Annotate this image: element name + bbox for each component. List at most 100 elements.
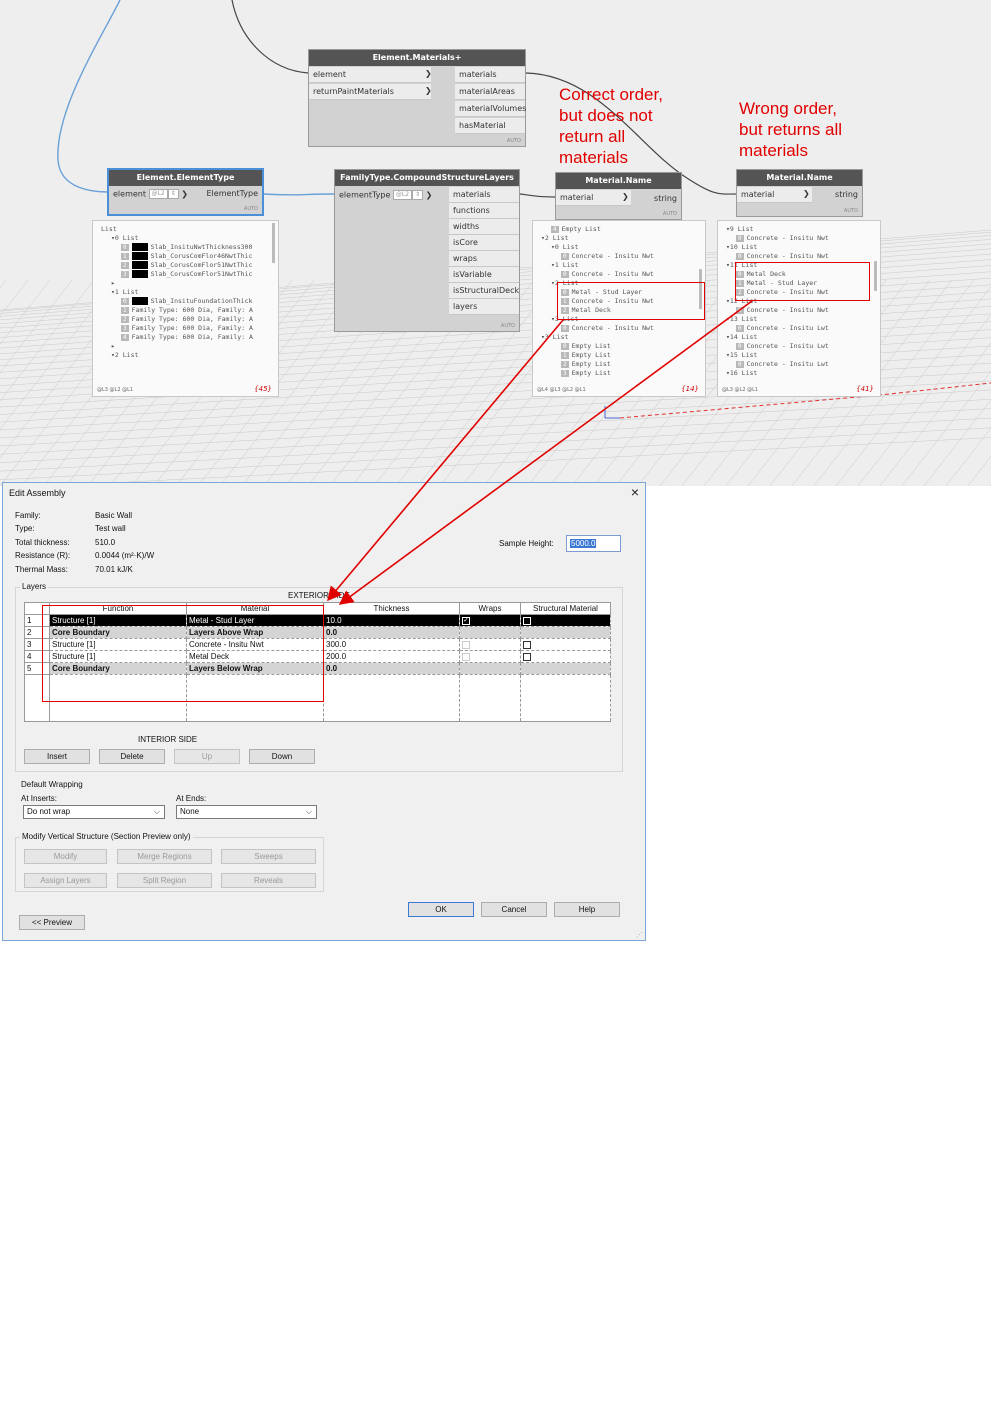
ok-button[interactable]: OK xyxy=(408,902,474,917)
cell-structural[interactable] xyxy=(520,614,611,627)
col-header-wraps[interactable]: Wraps xyxy=(459,602,521,615)
stepper-icon[interactable]: ⇕ xyxy=(167,189,179,199)
output-port-layers[interactable]: layers xyxy=(449,299,519,315)
stepper-icon[interactable]: ⇕ xyxy=(412,190,424,200)
output-port-has-material[interactable]: hasMaterial xyxy=(455,118,525,134)
output-port-functions[interactable]: functions xyxy=(449,203,519,219)
node-material-name-1[interactable]: Material.Name material ❯ string AUTO xyxy=(555,172,682,220)
output-port-material-volumes[interactable]: materialVolumes xyxy=(455,101,526,117)
input-port-elementtype[interactable]: elementType @L2 ⇕ ❯ xyxy=(339,190,432,200)
input-port-element[interactable]: element @L2 ⇕ ❯ xyxy=(113,189,188,199)
col-header-structural-material[interactable]: Structural Material xyxy=(520,602,611,615)
sample-height-input[interactable]: 5000.0 xyxy=(566,535,621,552)
assign-layers-button[interactable]: Assign Layers xyxy=(24,873,107,888)
cell-wraps[interactable] xyxy=(459,638,521,651)
output-port-materials[interactable]: materials xyxy=(455,67,525,83)
output-port-material-areas[interactable]: materialAreas xyxy=(455,84,525,100)
structural-checkbox[interactable] xyxy=(523,652,531,661)
sweeps-button[interactable]: Sweeps xyxy=(221,849,316,864)
scrollbar[interactable] xyxy=(272,223,275,263)
preview-button[interactable]: << Preview xyxy=(19,915,85,930)
node-element-materials[interactable]: Element.Materials+ element ❯ returnPaint… xyxy=(308,49,526,147)
at-ends-value: None xyxy=(180,807,200,816)
input-port-material[interactable]: material xyxy=(737,187,812,203)
output-port-wraps[interactable]: wraps xyxy=(449,251,519,267)
structural-checkbox[interactable] xyxy=(523,616,531,625)
up-button[interactable]: Up xyxy=(174,749,240,764)
wraps-checkbox[interactable] xyxy=(462,652,470,661)
cell-thickness[interactable]: 0.0 xyxy=(323,626,460,639)
cell-wraps[interactable]: ✓ xyxy=(459,614,521,627)
down-button[interactable]: Down xyxy=(249,749,315,764)
list-item: 3 Family Type: 600 Dia, Family: A xyxy=(121,324,253,333)
wraps-checkbox[interactable] xyxy=(462,640,470,649)
node-title: FamilyType.CompoundStructureLayers xyxy=(335,170,519,186)
list-index: 0 xyxy=(736,361,744,368)
list-item: 1 Slab_CorusComFlor46NwtThic xyxy=(121,252,252,261)
info-label-family: Family: xyxy=(15,511,41,520)
lacing-toggle[interactable]: @L2 xyxy=(392,190,413,200)
lacing-toggle[interactable]: @L2 xyxy=(148,189,168,199)
wraps-checkbox[interactable]: ✓ xyxy=(462,616,470,625)
output-port-isvariable[interactable]: isVariable xyxy=(449,267,519,283)
close-icon[interactable]: × xyxy=(631,484,639,500)
col-header-thickness[interactable]: Thickness xyxy=(323,602,460,615)
output-port-iscore[interactable]: isCore xyxy=(449,235,519,251)
cell-thickness[interactable]: 0.0 xyxy=(323,662,460,675)
edit-assembly-dialog[interactable]: Edit Assembly × Family: Basic Wall Type:… xyxy=(2,482,646,941)
output-port-widths[interactable]: widths xyxy=(449,219,519,235)
split-region-button[interactable]: Split Region xyxy=(117,873,212,888)
node-title: Material.Name xyxy=(556,173,681,189)
modify-button[interactable]: Modify xyxy=(24,849,107,864)
insert-button[interactable]: Insert xyxy=(24,749,90,764)
output-port-isstructuraldeck[interactable]: isStructuralDeck xyxy=(449,283,519,299)
cell-structural[interactable] xyxy=(520,638,611,651)
cell-thickness[interactable]: 300.0 xyxy=(323,638,460,651)
cell-thickness[interactable]: 10.0 xyxy=(323,614,460,627)
output-port-string[interactable]: string xyxy=(835,190,858,199)
list-index: 2 xyxy=(561,361,569,368)
chevron-right-icon: ❯ xyxy=(622,192,629,201)
watch-preview-elementtype[interactable]: @L3 @L2 @L1 {45} List ▾0 List 0 Slab_Insitu… xyxy=(92,220,279,397)
chevron-down-icon: ⌵ xyxy=(305,807,312,816)
cell-wraps[interactable] xyxy=(459,650,521,663)
list-item: ▾0 List xyxy=(111,234,138,243)
redacted-block xyxy=(131,261,148,269)
node-element-elementtype[interactable]: Element.ElementType element @L2 ⇕ ❯ Eleme… xyxy=(107,168,264,216)
delete-button[interactable]: Delete xyxy=(99,749,165,764)
output-port-string[interactable]: string xyxy=(654,194,677,203)
chevron-down-icon: ⌵ xyxy=(153,807,160,816)
list-item: 0 Concrete - Insitu Lwt xyxy=(736,360,829,369)
list-item: 0 Slab_InsituNwtThickness300 xyxy=(121,243,252,252)
at-ends-dropdown[interactable]: None ⌵ xyxy=(176,805,317,819)
cell-structural[interactable] xyxy=(520,650,611,663)
reveals-button[interactable]: Reveals xyxy=(221,873,316,888)
input-port-material[interactable]: material xyxy=(556,190,631,206)
item-count: {41} xyxy=(856,385,874,393)
cancel-button[interactable]: Cancel xyxy=(481,902,547,917)
cell-thickness[interactable]: 200.0 xyxy=(323,650,460,663)
help-button[interactable]: Help xyxy=(554,902,620,917)
output-port-elementtype[interactable]: ElementType xyxy=(207,189,259,198)
node-material-name-2[interactable]: Material.Name material ❯ string AUTO xyxy=(736,169,863,217)
list-item-text: Concrete - Insitu Nwt xyxy=(571,252,654,260)
at-ends-label: At Ends: xyxy=(176,794,207,803)
input-port-return-paint[interactable]: returnPaintMaterials xyxy=(309,84,431,100)
structural-checkbox[interactable] xyxy=(523,640,531,649)
output-port-materials[interactable]: materials xyxy=(449,187,519,203)
scrollbar[interactable] xyxy=(874,261,877,291)
resize-grip-icon[interactable]: ⋰ xyxy=(636,931,643,939)
node-compound-structure-layers[interactable]: FamilyType.CompoundStructureLayers eleme… xyxy=(334,169,520,332)
dynamo-canvas[interactable]: Element.Materials+ element ❯ returnPaint… xyxy=(0,0,991,486)
watch-preview-material-name-2[interactable]: @L3 @L2 @L1 {41} ▾9 List 0 Concrete - Insi… xyxy=(717,220,881,397)
at-inserts-dropdown[interactable]: Do not wrap ⌵ xyxy=(23,805,165,819)
merge-regions-button[interactable]: Merge Regions xyxy=(117,849,212,864)
list-item: 3 Empty List xyxy=(561,369,611,378)
lacing-auto-label: AUTO xyxy=(506,138,521,144)
list-item-text: Concrete - Insitu Nwt xyxy=(746,306,829,314)
input-port-element[interactable]: element xyxy=(309,67,431,83)
list-item: 0 Concrete - Insitu Nwt xyxy=(561,324,654,333)
list-item: 0 Slab_InsituFoundationThick xyxy=(121,297,252,306)
list-item-text: Slab_CorusComFlor46NwtThic xyxy=(150,252,253,260)
annotation-line: Wrong order, xyxy=(739,99,837,118)
